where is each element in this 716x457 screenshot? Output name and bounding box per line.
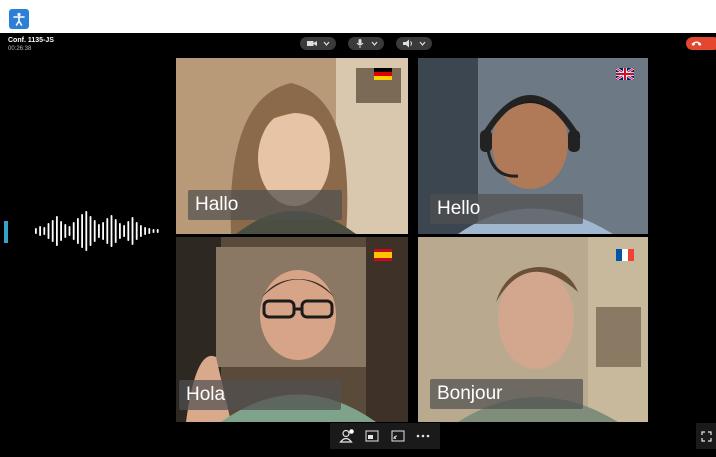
- speaker-icon: [402, 39, 412, 48]
- chevron-down-icon: [323, 41, 329, 46]
- chevron-down-icon: [371, 41, 377, 46]
- active-indicator: [4, 221, 8, 243]
- microphone-icon: [356, 39, 363, 48]
- spain-flag-icon: [374, 249, 392, 261]
- camera-control[interactable]: [300, 37, 336, 50]
- caption: Hello: [430, 194, 583, 224]
- caption: Bonjour: [430, 379, 583, 409]
- video-call-area: Conf. 1135-JS 00:26:38 Hallo Hello Hola …: [0, 33, 716, 457]
- layout-icon[interactable]: [364, 429, 380, 443]
- chevron-down-icon: [419, 41, 425, 46]
- hang-up-icon: [691, 41, 702, 46]
- speaker-control[interactable]: [396, 37, 432, 50]
- caption: Hallo: [188, 190, 342, 220]
- participant-tile-1[interactable]: Hallo: [176, 58, 408, 234]
- camera-icon: [306, 41, 317, 46]
- screen-share-icon[interactable]: [390, 429, 406, 443]
- france-flag-icon: [616, 249, 634, 261]
- participant-tile-4[interactable]: Bonjour: [418, 237, 648, 422]
- germany-flag-icon: [374, 68, 392, 80]
- microphone-control[interactable]: [348, 37, 384, 50]
- united-kingdom-flag-icon: [616, 68, 634, 80]
- sound-wave-icon: [35, 211, 159, 251]
- call-timer: 00:26:38: [8, 46, 32, 52]
- caption: Hola: [179, 380, 341, 410]
- call-toolbar: [330, 423, 440, 449]
- title-bar: [0, 0, 716, 33]
- fullscreen-icon: [700, 430, 712, 442]
- conference-name: Conf. 1135-JS: [8, 37, 54, 44]
- accessibility-icon[interactable]: [9, 9, 29, 29]
- fullscreen-button[interactable]: [696, 423, 716, 449]
- participants-icon[interactable]: [339, 429, 355, 443]
- participant-tile-2[interactable]: Hello: [418, 58, 648, 234]
- end-call-button[interactable]: [686, 37, 716, 50]
- participant-tile-3[interactable]: Hola: [176, 237, 408, 422]
- more-options-icon[interactable]: [415, 429, 431, 443]
